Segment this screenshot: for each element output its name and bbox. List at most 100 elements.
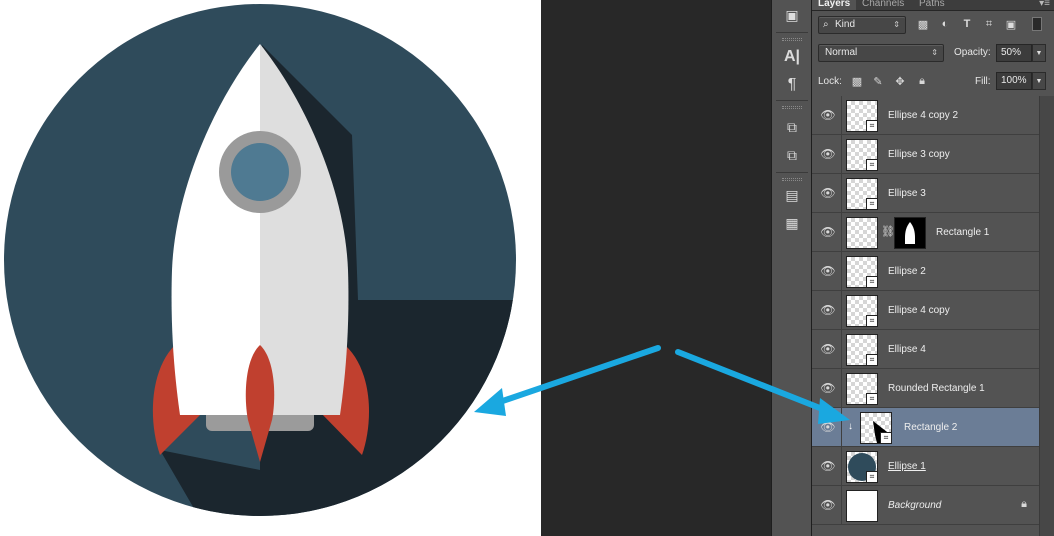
tab-paths[interactable]: Paths: [913, 0, 951, 10]
3d-cube-icon[interactable]: ▣: [781, 4, 803, 26]
fill-input[interactable]: 100%: [996, 72, 1032, 90]
tab-layers[interactable]: Layers: [812, 0, 857, 10]
layer-thumbnail: [846, 217, 878, 249]
eye-icon[interactable]: 👁︎: [820, 498, 835, 512]
eye-icon[interactable]: 👁︎: [820, 459, 835, 473]
shape-badge-icon: ⌗: [866, 471, 878, 483]
layer-name[interactable]: Ellipse 2: [888, 266, 926, 277]
eye-icon[interactable]: 👁︎: [820, 420, 835, 434]
layer-name[interactable]: Ellipse 3 copy: [888, 149, 950, 160]
screenshot: ▣ A| ¶ ⧉ ⧉ ▤ ▦ Layers Channels Paths ▾≡ …: [0, 0, 1054, 536]
eye-icon[interactable]: 👁︎: [820, 186, 835, 200]
visibility-column: 👁︎: [812, 486, 842, 525]
layer-thumbnail: ⌗: [846, 139, 878, 171]
layer-name[interactable]: Rectangle 1: [936, 227, 989, 238]
strip-grip[interactable]: [782, 106, 802, 109]
eye-icon[interactable]: 👁︎: [820, 147, 835, 161]
mask-link-icon[interactable]: ⛓︎: [881, 225, 895, 238]
layer-name[interactable]: Background: [888, 500, 941, 511]
layer-name[interactable]: Ellipse 4: [888, 344, 926, 355]
layer-row[interactable]: 👁︎ ⌗ Ellipse 4 copy 2: [812, 96, 1039, 135]
type-layer-filter-icon[interactable]: T: [960, 17, 974, 31]
lock-label: Lock:: [818, 76, 842, 87]
lock-transparent-pixels-icon[interactable]: ▩: [850, 74, 864, 88]
layer-list-scrollbar[interactable]: [1039, 96, 1054, 536]
layer-row[interactable]: 👁︎ ⌗ Ellipse 4 copy: [812, 291, 1039, 330]
layer-thumbnail: [846, 490, 878, 522]
updown-arrows-icon: ⇕: [931, 48, 938, 57]
layer-thumbnail: ⌗: [860, 412, 892, 444]
visibility-column: 👁︎: [812, 135, 842, 174]
lock-position-icon[interactable]: ✥: [893, 74, 907, 88]
filter-kind-select[interactable]: ⌕ Kind ⇕: [818, 16, 906, 34]
pixel-layer-filter-icon[interactable]: ▩: [916, 17, 930, 31]
layer-thumbnail: ⌗: [846, 373, 878, 405]
layer-row[interactable]: 👁︎ Background 🔒︎: [812, 486, 1039, 525]
opacity-dropdown-icon[interactable]: ▼: [1032, 44, 1046, 62]
panel-tab-bar: Layers Channels Paths ▾≡: [812, 0, 1054, 11]
eye-icon[interactable]: 👁︎: [820, 264, 835, 278]
layer-thumbnail: ⌗: [846, 100, 878, 132]
eye-icon[interactable]: 👁︎: [820, 303, 835, 317]
layer-name[interactable]: Ellipse 4 copy 2: [888, 110, 958, 121]
shape-badge-icon: ⌗: [866, 120, 878, 132]
layer-name[interactable]: Ellipse 3: [888, 188, 926, 199]
character-panel-icon[interactable]: A|: [781, 46, 803, 68]
shape-layer-filter-icon[interactable]: ⌗: [982, 17, 996, 31]
layer-row[interactable]: 👁︎ ⌗ Ellipse 1: [812, 447, 1039, 486]
layer-thumbnail: ⌗: [846, 178, 878, 210]
visibility-column: 👁︎: [812, 369, 842, 408]
fill-dropdown-icon[interactable]: ▼: [1032, 72, 1046, 90]
eye-icon[interactable]: 👁︎: [820, 342, 835, 356]
layer-thumbnail: ⌗: [846, 334, 878, 366]
layer-row[interactable]: 👁︎ ⌗ Ellipse 3: [812, 174, 1039, 213]
layer-row[interactable]: 👁︎ ⌗ Rounded Rectangle 1: [812, 369, 1039, 408]
layer-row[interactable]: 👁︎ ⛓︎ Rectangle 1: [812, 213, 1039, 252]
layer-row[interactable]: 👁︎ ⌗ Ellipse 3 copy: [812, 135, 1039, 174]
artwork-area: [0, 0, 541, 536]
filter-toggle-icon[interactable]: [1032, 17, 1042, 31]
strip-grip[interactable]: [782, 178, 802, 181]
shape-badge-icon: ⌗: [866, 159, 878, 171]
opacity-input[interactable]: 50%: [996, 44, 1032, 62]
visibility-column: 👁︎: [812, 213, 842, 252]
notes-panel-icon[interactable]: ▦: [781, 212, 803, 234]
strip-grip[interactable]: [782, 38, 802, 41]
lock-icon[interactable]: 🔒︎: [1021, 498, 1027, 511]
lock-image-pixels-icon[interactable]: ✎: [871, 74, 885, 88]
strip-separator: [776, 32, 808, 33]
character-styles-icon[interactable]: ⧉: [781, 144, 803, 166]
tab-channels[interactable]: Channels: [856, 0, 910, 10]
eye-icon[interactable]: 👁︎: [820, 108, 835, 122]
shape-badge-icon: ⌗: [866, 198, 878, 210]
layer-name[interactable]: Ellipse 1: [888, 461, 926, 472]
layer-mask-thumbnail[interactable]: [894, 217, 926, 249]
visibility-column: 👁︎: [812, 408, 842, 447]
layer-name[interactable]: Rectangle 2: [904, 422, 957, 433]
paragraph-styles-icon[interactable]: ⧉: [781, 116, 803, 138]
layer-name[interactable]: Ellipse 4 copy: [888, 305, 950, 316]
layer-row[interactable]: 👁︎ ⌗ Ellipse 4: [812, 330, 1039, 369]
paragraph-panel-icon[interactable]: ¶: [781, 74, 803, 96]
properties-panel-icon[interactable]: ▤: [781, 184, 803, 206]
clipping-mask-arrow-icon: ↓: [848, 421, 853, 432]
panel-menu-icon[interactable]: ▾≡: [1039, 0, 1050, 9]
collapsed-panel-strip: ▣ A| ¶ ⧉ ⧉ ▤ ▦: [771, 0, 812, 536]
blend-mode-select[interactable]: Normal ⇕: [818, 44, 944, 62]
layer-name[interactable]: Rounded Rectangle 1: [888, 383, 985, 394]
visibility-column: 👁︎: [812, 96, 842, 135]
visibility-column: 👁︎: [812, 447, 842, 486]
blend-mode-value: Normal: [825, 47, 858, 58]
lock-all-icon[interactable]: 🔒︎: [915, 74, 929, 88]
fill-label: Fill:: [975, 76, 991, 87]
layer-row[interactable]: 👁︎ ⌗ Ellipse 2: [812, 252, 1039, 291]
visibility-column: 👁︎: [812, 330, 842, 369]
eye-icon[interactable]: 👁︎: [820, 225, 835, 239]
smart-object-filter-icon[interactable]: ▣: [1004, 17, 1018, 31]
layer-thumbnail: ⌗: [846, 451, 878, 483]
layer-thumbnail: ⌗: [846, 256, 878, 288]
adjustment-layer-filter-icon[interactable]: ◐: [938, 17, 952, 31]
layer-row-selected[interactable]: 👁︎ ↓ ⌗ Rectangle 2: [812, 408, 1039, 447]
eye-icon[interactable]: 👁︎: [820, 381, 835, 395]
strip-separator: [776, 100, 808, 101]
